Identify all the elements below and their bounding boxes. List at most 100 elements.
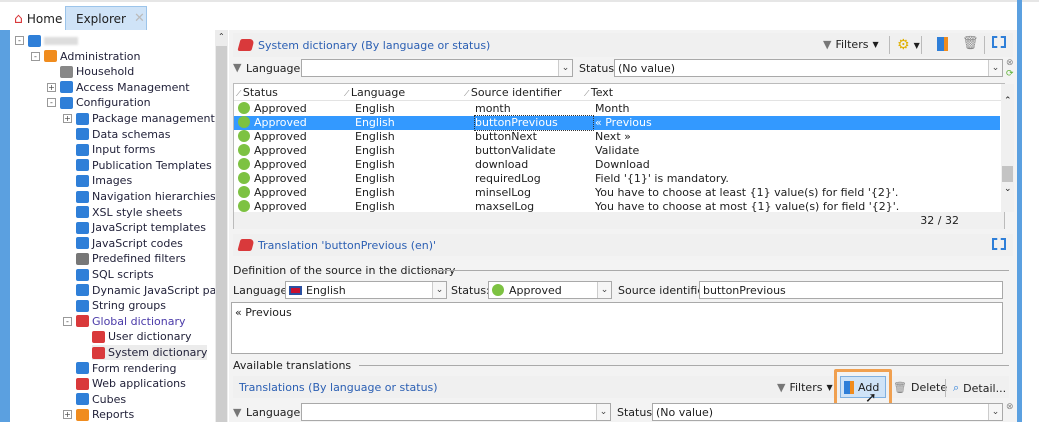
dictionary-icon	[237, 239, 255, 251]
translations-status-select[interactable]: (No value) ⌄	[652, 403, 1003, 421]
tree-item[interactable]: Input forms	[76, 142, 155, 157]
grid-scrollbar[interactable]: ⌃ ⌄	[1001, 84, 1014, 212]
language-filter-select[interactable]: ⌄	[301, 59, 573, 77]
table-row[interactable]: Approved English download Download	[234, 158, 1000, 172]
tree-node-icon	[76, 299, 89, 312]
tree-item[interactable]: Data schemas	[76, 127, 170, 142]
tree-item[interactable]: Images	[76, 173, 132, 188]
tree-item-label: Configuration	[76, 96, 151, 110]
tree-item[interactable]: Configuration	[60, 95, 151, 110]
expand-toggle[interactable]: +	[63, 410, 72, 420]
tree-item[interactable]: Global dictionary	[76, 314, 186, 329]
new-document-icon	[844, 380, 854, 394]
table-cell: Approved	[254, 172, 307, 185]
tree-item-label: SQL scripts	[92, 268, 154, 281]
expand-toggle[interactable]: -	[47, 98, 56, 108]
actions-button[interactable]: ⚙ ▼	[897, 37, 920, 53]
table-row[interactable]: Approved English buttonValidate Validate	[234, 144, 1000, 158]
table-row[interactable]: Approved English buttonNext Next »	[234, 130, 1000, 144]
tree-item[interactable]: Predefined filters	[76, 251, 186, 266]
approved-status-icon	[238, 130, 250, 142]
clear-icon[interactable]: ⊗	[1006, 58, 1014, 68]
tree-item[interactable]	[28, 33, 78, 48]
tree-item[interactable]: Dynamic JavaScript pages	[76, 283, 227, 298]
tree-item[interactable]: Reports	[76, 407, 134, 422]
tab-explorer[interactable]: Explorer ✕	[65, 6, 147, 31]
tree-node-icon	[76, 284, 89, 297]
tree-item[interactable]: User dictionary	[92, 329, 192, 344]
tree-item-label: Images	[92, 174, 133, 188]
tree-item[interactable]: JavaScript templates	[76, 220, 206, 235]
new-document-icon	[937, 37, 948, 51]
table-cell: minselLog	[475, 186, 531, 199]
table-cell: Approved	[254, 144, 307, 157]
delete-button[interactable]: 🗑	[962, 36, 979, 51]
tree-item[interactable]: Publication Templates	[76, 158, 212, 173]
table-cell: buttonPrevious	[474, 115, 594, 131]
tree-item[interactable]: System dictionary	[92, 345, 208, 360]
close-icon[interactable]: ✕	[134, 11, 145, 26]
tree-node-icon	[76, 128, 89, 141]
table-row[interactable]: Approved English month Month	[234, 102, 1000, 116]
tree-item-label: Access Management	[76, 80, 190, 94]
add-button[interactable]: Add	[840, 376, 886, 398]
tab-home[interactable]: ⌂ Home	[8, 6, 68, 31]
tree-item[interactable]: String groups	[76, 298, 166, 313]
tree-item-label: Navigation hierarchies	[92, 190, 216, 203]
translations-filters-button[interactable]: ▼ Filters ▼	[777, 381, 833, 394]
column-header[interactable]: Language	[351, 86, 405, 99]
tree-item[interactable]: XSL style sheets	[76, 205, 182, 220]
tree-scrollbar[interactable]: ⌃	[215, 30, 228, 422]
approved-status-icon	[238, 172, 250, 184]
tree-item[interactable]: Household	[60, 64, 134, 79]
uk-flag-icon	[289, 285, 302, 295]
source-identifier-input[interactable]: buttonPrevious	[699, 281, 1003, 299]
tree-item[interactable]: Web applications	[76, 376, 186, 391]
table-row[interactable]: Approved English requiredLog Field '{1}' is…	[234, 172, 1000, 186]
tab-bar: ⌂ Home Explorer ✕	[0, 0, 1039, 31]
refresh-icon[interactable]: ⟳	[1006, 69, 1014, 79]
expand-toggle[interactable]: -	[31, 51, 40, 61]
tree-item-label: User dictionary	[108, 330, 192, 344]
expand-toggle[interactable]: -	[15, 36, 24, 45]
column-header[interactable]: Status	[243, 86, 278, 99]
tree-item[interactable]: Navigation hierarchies	[76, 189, 216, 204]
text-textarea[interactable]: « Previous	[231, 302, 1003, 354]
new-button[interactable]	[937, 37, 948, 51]
tree-item[interactable]: Access Management	[60, 80, 190, 95]
expand-toggle[interactable]: +	[47, 82, 56, 92]
maximize-detail-button[interactable]	[992, 238, 1006, 250]
panel-title: System dictionary (By language or status…	[258, 38, 491, 52]
table-cell: Approved	[254, 158, 307, 171]
column-header[interactable]: Source identifier	[471, 86, 562, 99]
table-row[interactable]: Approved English buttonPrevious « Previous	[234, 115, 1000, 131]
tree-item[interactable]: JavaScript codes	[76, 236, 183, 251]
tree-item[interactable]: Form rendering	[76, 361, 177, 376]
table-cell: English	[355, 158, 395, 171]
tree-node-icon	[60, 81, 73, 94]
maximize-button[interactable]	[992, 36, 1006, 48]
tree-node-icon	[76, 315, 89, 328]
grid-footer: 32 / 32	[234, 212, 1004, 229]
tree-item[interactable]: Cubes	[76, 392, 126, 407]
column-header[interactable]: Text	[591, 86, 613, 99]
record-count: 32 / 32	[920, 214, 959, 227]
delete-translation-button[interactable]: 🗑 Delete	[893, 381, 947, 394]
main-panel: System dictionary (By language or status…	[229, 30, 1017, 422]
expand-toggle[interactable]: -	[63, 316, 72, 326]
table-cell: You have to choose at least {1} value(s)…	[595, 186, 899, 199]
clear-icon[interactable]: ⊗	[1006, 402, 1014, 412]
table-row[interactable]: Approved English minselLog You have to choo…	[234, 186, 1000, 200]
tree-item-label: Data schemas	[92, 127, 171, 141]
expand-toggle[interactable]: +	[63, 114, 72, 123]
status-select[interactable]: Approved ⌄	[488, 281, 612, 299]
search-icon: ⌕	[953, 381, 960, 394]
status-filter-select[interactable]: (No value) ⌄	[614, 59, 1003, 77]
tree-item[interactable]: Administration	[44, 49, 141, 64]
language-select[interactable]: English ⌄	[285, 281, 447, 299]
detail-button[interactable]: ⌕ Detail...	[953, 381, 1006, 395]
filters-button[interactable]: ▼ Filters ▼	[823, 38, 879, 51]
tree-item[interactable]: SQL scripts	[76, 267, 154, 282]
tree-item[interactable]: Package management	[76, 111, 215, 126]
translations-language-select[interactable]: ⌄	[301, 403, 611, 421]
